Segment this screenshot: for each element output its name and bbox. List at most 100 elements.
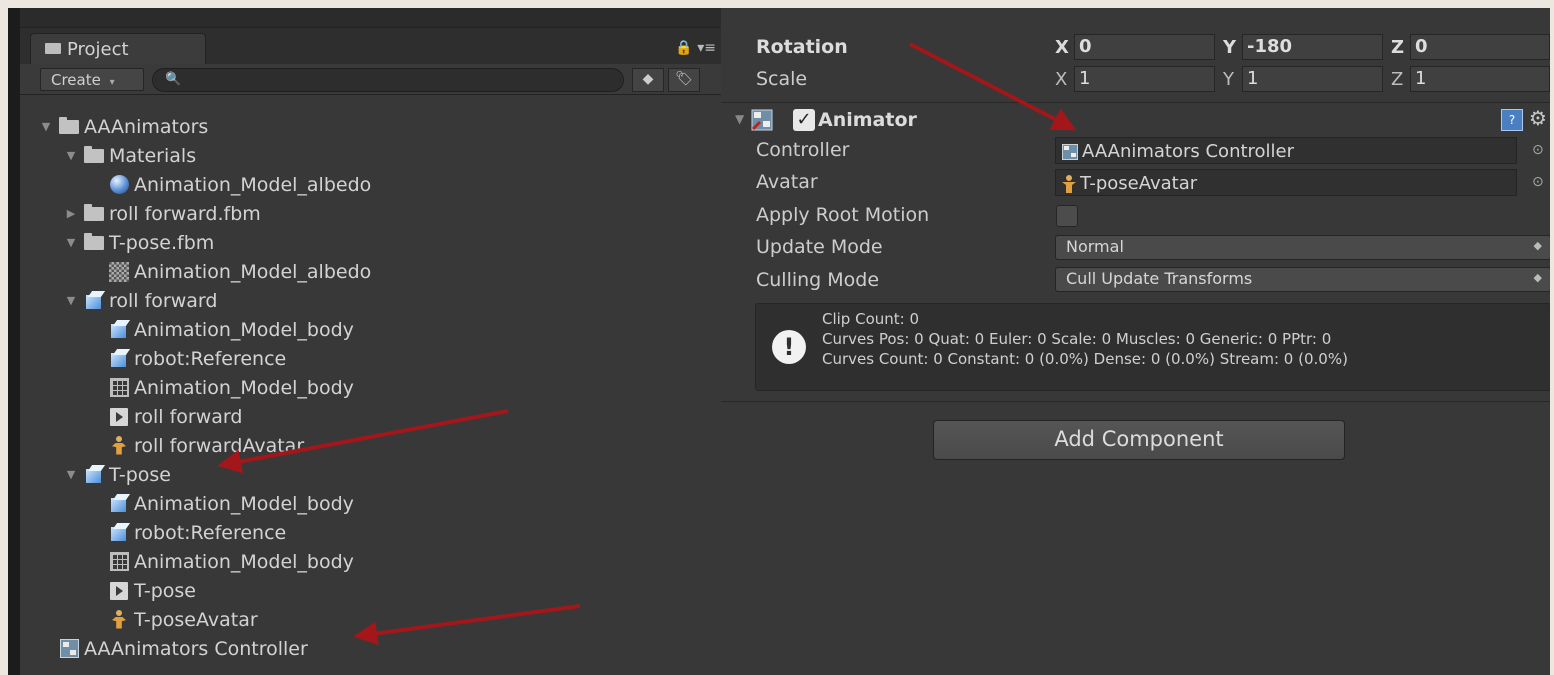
expanded-arrow-icon[interactable]: ▼ (65, 236, 77, 249)
folder-icon (83, 145, 105, 166)
tree-item[interactable]: robot:Reference (90, 518, 286, 547)
rotation-y-axis-label: Y (1223, 37, 1237, 58)
update-mode-label: Update Mode (756, 236, 883, 258)
animator-component-icon (751, 109, 773, 131)
rotation-z-axis-label: Z (1391, 37, 1405, 58)
tree-item-label: roll forwardAvatar (134, 434, 305, 457)
lock-icon[interactable]: 🔒 (675, 40, 692, 56)
animator-foldout-arrow[interactable]: ▼ (735, 112, 744, 126)
dropdown-arrows-icon: ◆ (1533, 239, 1542, 252)
tree-item[interactable]: ▼ T-pose.fbm (65, 228, 215, 257)
scale-y-field[interactable]: 1 (1242, 66, 1383, 92)
tree-item[interactable]: Animation_Model_albedo (90, 170, 371, 199)
scale-x-axis-label: X (1055, 69, 1068, 90)
tree-item[interactable]: Animation_Model_albedo (90, 257, 371, 286)
avatar-field[interactable]: T-poseAvatar (1055, 169, 1517, 196)
culling-mode-dropdown[interactable]: Cull Update Transforms ◆ (1055, 267, 1550, 292)
tree-item[interactable]: robot:Reference (90, 344, 286, 373)
tree-item[interactable]: roll forward (90, 402, 242, 431)
tree-item-label: Animation_Model_body (134, 550, 354, 573)
filter-icons: ◆ 🏷 (632, 68, 712, 92)
tab-project[interactable]: Project (30, 33, 206, 64)
dropdown-arrows-icon: ◆ (1533, 271, 1542, 284)
filter-by-type-icon[interactable]: ◆ (632, 68, 664, 92)
unity-editor-window: Project 🔒 ▾≡ Create ▾ 🔍 ◆ 🏷 ▼ AAAnimators ▼… (8, 8, 1550, 675)
tree-item[interactable]: Animation_Model_body (90, 489, 354, 518)
info-line: Clip Count: 0 (822, 310, 920, 328)
tree-item[interactable]: T-pose (90, 576, 196, 605)
folder-icon (83, 203, 105, 224)
search-input[interactable]: 🔍 (152, 68, 624, 92)
animator-controller-icon (58, 639, 80, 659)
tree-item[interactable]: roll forwardAvatar (90, 431, 304, 460)
texture-icon (108, 261, 130, 282)
model-cube-icon (108, 523, 130, 543)
search-icon: 🔍 (165, 72, 182, 87)
tree-item-label: T-pose (134, 579, 196, 602)
scale-y-axis-label: Y (1223, 69, 1234, 90)
tree-item-label: T-pose (109, 463, 171, 486)
object-picker-icon[interactable]: ⊙ (1532, 174, 1544, 190)
expanded-arrow-icon[interactable]: ▼ (65, 468, 77, 481)
tree-item[interactable]: ▼ AAAnimators (40, 112, 209, 141)
gear-icon[interactable]: ⚙ (1529, 106, 1547, 130)
tree-item-label: roll forward (134, 405, 243, 428)
model-cube-icon (108, 494, 130, 514)
expanded-arrow-icon[interactable]: ▼ (40, 120, 52, 133)
avatar-icon (108, 435, 130, 456)
rotation-x-axis-label: X (1055, 37, 1069, 58)
animation-clip-icon (108, 581, 130, 601)
tree-item[interactable]: ▼ roll forward (65, 286, 218, 315)
filter-by-label-icon[interactable]: 🏷 (668, 68, 700, 92)
tree-item[interactable]: Animation_Model_body (90, 373, 354, 402)
avatar-value: T-poseAvatar (1080, 173, 1198, 194)
tree-item-label: AAAnimators Controller (84, 637, 308, 660)
info-line: Curves Pos: 0 Quat: 0 Euler: 0 Scale: 0 … (822, 330, 1332, 348)
animator-controller-icon (1062, 143, 1078, 160)
tree-item[interactable]: ▼ T-pose (65, 460, 171, 489)
tree-item-label: Animation_Model_body (134, 318, 354, 341)
tree-item-label: Animation_Model_body (134, 376, 354, 399)
tree-item-label: T-poseAvatar (134, 608, 258, 631)
apply-root-motion-checkbox[interactable] (1056, 205, 1078, 227)
rotation-y-field[interactable]: -180 (1242, 34, 1383, 60)
tree-item-label: Animation_Model_albedo (134, 173, 372, 196)
model-cube-icon (108, 349, 130, 369)
folder-icon (83, 232, 105, 253)
rotation-z-field[interactable]: 0 (1410, 34, 1550, 60)
culling-mode-label: Culling Mode (756, 269, 880, 291)
tree-item-label: roll forward (109, 289, 218, 312)
help-reference-icon[interactable]: ? (1501, 109, 1523, 131)
scale-z-field[interactable]: 1 (1410, 66, 1550, 92)
model-cube-icon (108, 320, 130, 340)
controller-field[interactable]: AAAnimators Controller (1055, 137, 1517, 164)
tree-item[interactable]: Animation_Model_body (90, 547, 354, 576)
collapsed-arrow-icon[interactable]: ▶ (65, 207, 77, 220)
update-mode-dropdown[interactable]: Normal ◆ (1055, 235, 1550, 260)
scale-label: Scale (756, 68, 808, 90)
tree-item[interactable]: ▼ Materials (65, 141, 196, 170)
controller-label: Controller (756, 139, 850, 161)
expanded-arrow-icon[interactable]: ▼ (65, 149, 77, 162)
apply-root-motion-label: Apply Root Motion (756, 204, 930, 226)
component-separator (721, 102, 1550, 103)
info-line: Curves Count: 0 Constant: 0 (0.0%) Dense… (822, 350, 1348, 368)
expanded-arrow-icon[interactable]: ▼ (65, 294, 77, 307)
create-button[interactable]: Create ▾ (40, 68, 144, 91)
menu-icon[interactable]: ▾≡ (697, 40, 716, 56)
add-component-button[interactable]: Add Component (933, 420, 1345, 460)
scale-x-field[interactable]: 1 (1074, 66, 1215, 92)
tree-item[interactable]: T-poseAvatar (90, 605, 258, 634)
tree-item[interactable]: Animation_Model_body (90, 315, 354, 344)
tree-item-label: roll forward.fbm (109, 202, 261, 225)
rotation-x-field[interactable]: 0 (1074, 34, 1215, 60)
tab-tools: 🔒 ▾≡ (675, 40, 716, 56)
tree-item[interactable]: AAAnimators Controller (40, 634, 308, 663)
object-picker-icon[interactable]: ⊙ (1532, 142, 1544, 158)
inspector-panel: Rotation X 0 Y -180 Z 0 Scale X 1 Y 1 Z … (721, 8, 1550, 675)
tree-item-label: Materials (109, 144, 197, 167)
animator-enabled-checkbox[interactable]: ✓ (793, 109, 815, 131)
avatar-icon (1062, 174, 1076, 193)
tree-item[interactable]: ▶ roll forward.fbm (65, 199, 261, 228)
model-cube-icon (83, 291, 105, 311)
